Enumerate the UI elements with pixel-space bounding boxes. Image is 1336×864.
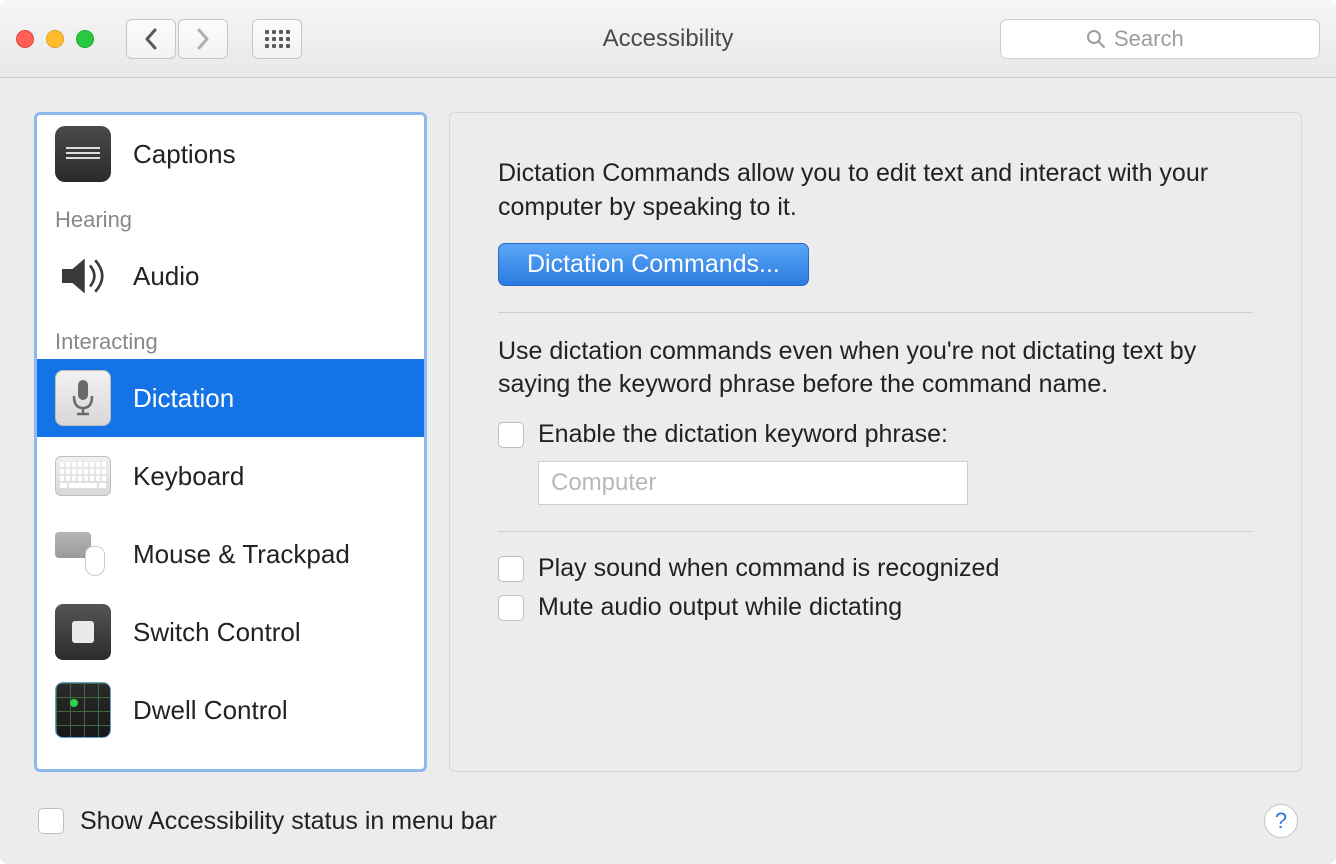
play-sound-label: Play sound when command is recognized <box>538 554 999 583</box>
detail-panel: Dictation Commands allow you to edit tex… <box>449 112 1302 772</box>
mouse-trackpad-icon <box>55 526 111 582</box>
sidebar-item-label: Keyboard <box>133 461 244 492</box>
back-button[interactable] <box>126 19 176 59</box>
help-button[interactable]: ? <box>1264 804 1298 838</box>
sidebar-item-label: Audio <box>133 261 200 292</box>
accessibility-prefs-window: Accessibility Captions Hearing <box>0 0 1336 864</box>
sidebar-item-label: Dictation <box>133 383 234 414</box>
switch-control-icon <box>55 604 111 660</box>
show-all-prefs-button[interactable] <box>252 19 302 59</box>
titlebar: Accessibility <box>0 0 1336 78</box>
minimize-window-button[interactable] <box>46 30 64 48</box>
search-field[interactable] <box>1000 19 1320 59</box>
dictation-intro-text: Dictation Commands allow you to edit tex… <box>498 157 1253 225</box>
content-area: Captions Hearing Audio Interacting <box>0 78 1336 778</box>
mute-audio-label: Mute audio output while dictating <box>538 593 902 622</box>
sidebar-item-captions[interactable]: Captions <box>37 115 424 193</box>
sidebar-item-switch-control[interactable]: Switch Control <box>37 593 424 671</box>
enable-keyword-label: Enable the dictation keyword phrase: <box>538 420 948 449</box>
forward-button[interactable] <box>178 19 228 59</box>
keyword-phrase-field[interactable] <box>538 461 968 505</box>
sidebar-item-dictation[interactable]: Dictation <box>37 359 424 437</box>
search-icon <box>1086 29 1106 49</box>
sidebar-item-mouse-trackpad[interactable]: Mouse & Trackpad <box>37 515 424 593</box>
speaker-icon <box>55 248 111 304</box>
divider <box>498 312 1253 313</box>
zoom-window-button[interactable] <box>76 30 94 48</box>
show-status-checkbox[interactable] <box>38 808 64 834</box>
keyboard-icon <box>55 448 111 504</box>
search-input[interactable] <box>1114 26 1234 52</box>
sidebar-item-label: Mouse & Trackpad <box>133 539 350 570</box>
sidebar-item-dwell-control[interactable]: Dwell Control <box>37 671 424 749</box>
enable-keyword-checkbox[interactable] <box>498 422 524 448</box>
sidebar-item-audio[interactable]: Audio <box>37 237 424 315</box>
mute-audio-checkbox[interactable] <box>498 595 524 621</box>
footer: Show Accessibility status in menu bar ? <box>0 778 1336 864</box>
keyword-desc-text: Use dictation commands even when you're … <box>498 335 1253 403</box>
microphone-icon <box>55 370 111 426</box>
play-sound-row: Play sound when command is recognized <box>498 554 1253 583</box>
nav-buttons <box>126 19 228 59</box>
sidebar-section-hearing: Hearing <box>37 193 424 237</box>
sidebar-item-label: Switch Control <box>133 617 301 648</box>
sidebar-item-keyboard[interactable]: Keyboard <box>37 437 424 515</box>
sidebar-item-label: Dwell Control <box>133 695 288 726</box>
dwell-control-icon <box>55 682 111 738</box>
grid-icon <box>265 30 290 48</box>
traffic-lights <box>16 30 94 48</box>
keyword-phrase-input[interactable] <box>551 469 955 497</box>
play-sound-checkbox[interactable] <box>498 556 524 582</box>
captions-icon <box>55 126 111 182</box>
enable-keyword-row: Enable the dictation keyword phrase: <box>498 420 1253 449</box>
show-status-label: Show Accessibility status in menu bar <box>80 807 497 836</box>
dictation-commands-button[interactable]: Dictation Commands... <box>498 243 809 286</box>
sidebar: Captions Hearing Audio Interacting <box>34 112 427 772</box>
mute-audio-row: Mute audio output while dictating <box>498 593 1253 622</box>
sidebar-section-interacting: Interacting <box>37 315 424 359</box>
sidebar-item-label: Captions <box>133 139 236 170</box>
divider <box>498 531 1253 532</box>
close-window-button[interactable] <box>16 30 34 48</box>
